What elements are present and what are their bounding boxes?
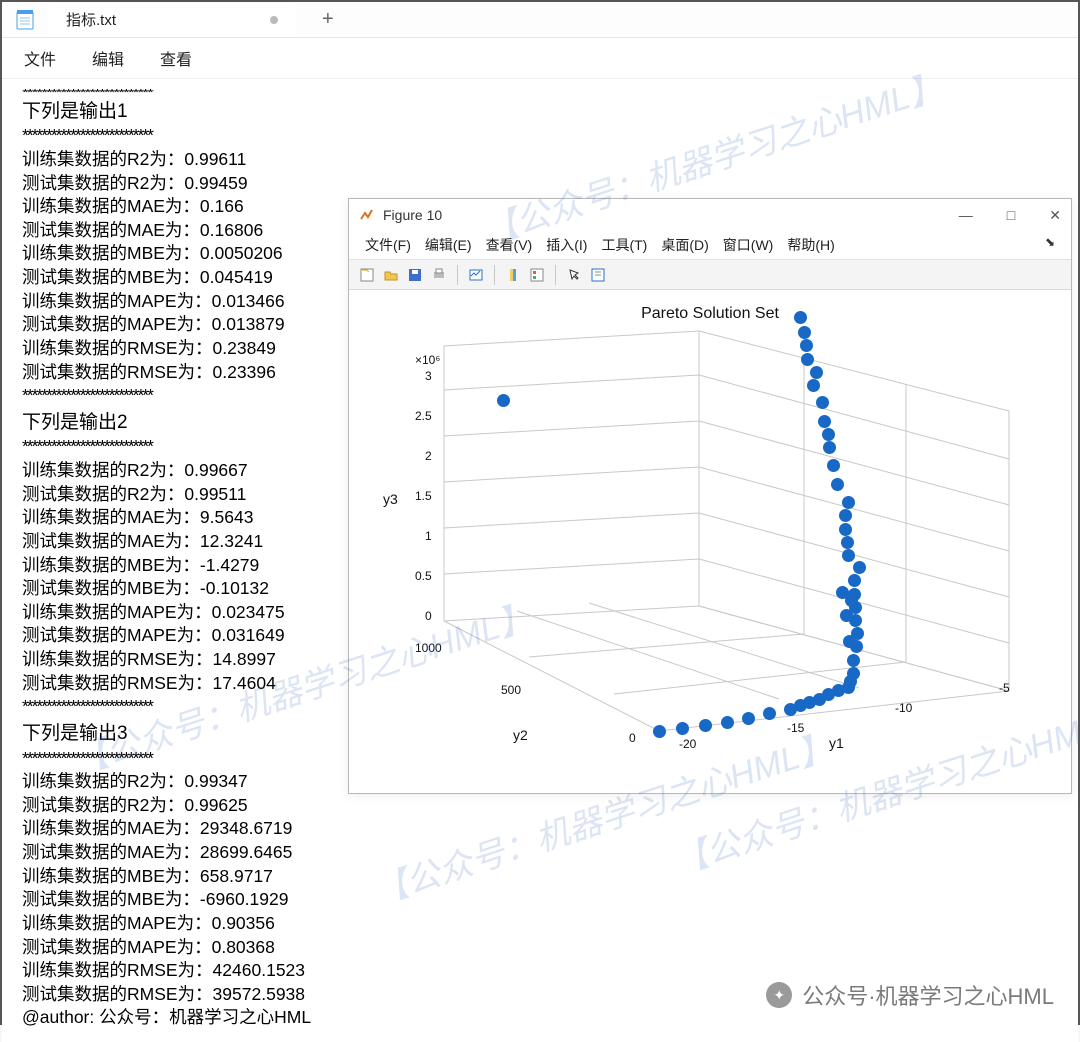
text-line: 测试集数据的MAE为：28699.6465 xyxy=(22,841,1058,865)
tab-modified-indicator xyxy=(270,16,278,24)
figure-menu-bar: 文件(F) 编辑(E) 查看(V) 插入(I) 工具(T) 桌面(D) 窗口(W… xyxy=(349,231,1071,260)
text-line: 测试集数据的MAPE为：0.80368 xyxy=(22,936,1058,960)
scatter-point xyxy=(847,654,860,667)
figmenu-window[interactable]: 窗口(W) xyxy=(717,235,780,255)
scatter-point xyxy=(818,415,831,428)
plot-grid xyxy=(349,291,1073,795)
x-tick: -10 xyxy=(895,701,912,715)
tab-bar: 指标.txt + xyxy=(2,2,1078,38)
x-tick: -20 xyxy=(679,737,696,751)
z-tick: 1.5 xyxy=(415,489,432,503)
section-1-header: 下列是输出1 xyxy=(22,99,1058,125)
figmenu-help[interactable]: 帮助(H) xyxy=(781,235,840,255)
figmenu-desktop[interactable]: 桌面(D) xyxy=(655,235,714,255)
text-line: 测试集数据的MBE为：-6960.1929 xyxy=(22,888,1058,912)
text-line: 测试集数据的R2为：0.99625 xyxy=(22,794,1058,818)
pointer-icon[interactable] xyxy=(564,265,584,285)
open-icon[interactable] xyxy=(381,265,401,285)
scatter-point xyxy=(810,366,823,379)
scatter-point xyxy=(794,311,807,324)
scatter-point xyxy=(822,428,835,441)
close-button[interactable]: ✕ xyxy=(1049,207,1061,224)
z-tick: 0.5 xyxy=(415,569,432,583)
tab-active[interactable]: 指标.txt xyxy=(48,3,296,36)
z-axis-label: y3 xyxy=(383,491,398,507)
z-tick: 2 xyxy=(425,449,432,463)
y-tick: 1000 xyxy=(415,641,442,655)
text-line: 训练集数据的MAE为：29348.6719 xyxy=(22,817,1058,841)
figmenu-view[interactable]: 查看(V) xyxy=(480,235,539,255)
save-icon[interactable] xyxy=(405,265,425,285)
z-tick: 0 xyxy=(425,609,432,623)
insert-legend-icon[interactable] xyxy=(527,265,547,285)
print-icon[interactable] xyxy=(429,265,449,285)
text-line: *************************** xyxy=(22,86,1058,99)
figmenu-tool[interactable]: 工具(T) xyxy=(595,235,653,255)
text-line: *************************** xyxy=(22,124,1058,148)
scatter-point xyxy=(497,394,510,407)
text-line: 训练集数据的R2为：0.99611 xyxy=(22,148,1058,172)
menu-edit[interactable]: 编辑 xyxy=(92,46,124,70)
figure-titlebar[interactable]: Figure 10 — □ ✕ xyxy=(349,199,1071,231)
scatter-point xyxy=(840,609,853,622)
x-axis-label: y1 xyxy=(829,735,844,751)
menu-bar: 文件 编辑 查看 xyxy=(2,38,1078,79)
scatter-point xyxy=(813,693,826,706)
text-line: 训练集数据的MAPE为：0.90356 xyxy=(22,912,1058,936)
text-line: 测试集数据的R2为：0.99459 xyxy=(22,172,1058,196)
pin-icon[interactable]: ⬊ xyxy=(1039,235,1061,255)
link-axes-icon[interactable] xyxy=(466,265,486,285)
y-axis-label: y2 xyxy=(513,727,528,743)
scatter-point xyxy=(699,719,712,732)
scatter-point xyxy=(800,339,813,352)
z-tick: 1 xyxy=(425,529,432,543)
menu-file[interactable]: 文件 xyxy=(24,46,56,70)
wechat-icon: ✦ xyxy=(766,982,792,1008)
y-tick: 0 xyxy=(629,731,636,745)
insert-colorbar-icon[interactable] xyxy=(503,265,523,285)
new-figure-icon[interactable] xyxy=(357,265,377,285)
scatter-point xyxy=(839,523,852,536)
window-controls: — □ ✕ xyxy=(959,207,1061,224)
figmenu-file[interactable]: 文件(F) xyxy=(359,235,417,255)
menu-view[interactable]: 查看 xyxy=(160,46,192,70)
scatter-point xyxy=(842,496,855,509)
z-tick: 2.5 xyxy=(415,409,432,423)
minimize-button[interactable]: — xyxy=(959,207,973,224)
x-tick: -5 xyxy=(999,681,1010,695)
scatter-point xyxy=(653,725,666,738)
scatter-point xyxy=(841,536,854,549)
tab-title: 指标.txt xyxy=(66,9,116,30)
z-tick: 3 xyxy=(425,369,432,383)
figmenu-edit[interactable]: 编辑(E) xyxy=(419,235,478,255)
scatter-point xyxy=(816,396,829,409)
figure-toolbar xyxy=(349,260,1071,290)
scatter-point xyxy=(844,675,857,688)
scatter-point xyxy=(798,326,811,339)
figure-window[interactable]: Figure 10 — □ ✕ 文件(F) 编辑(E) 查看(V) 插入(I) … xyxy=(348,198,1072,794)
z-axis-multiplier: ×10⁶ xyxy=(415,353,440,367)
x-tick: -15 xyxy=(787,721,804,735)
figmenu-insert[interactable]: 插入(I) xyxy=(540,235,593,255)
edit-plot-icon[interactable] xyxy=(588,265,608,285)
scatter-point xyxy=(836,586,849,599)
y-tick: 500 xyxy=(501,683,521,697)
notepad-icon xyxy=(16,10,34,30)
text-line: 训练集数据的MBE为：658.9717 xyxy=(22,865,1058,889)
scatter-point xyxy=(823,441,836,454)
plot-area[interactable]: Pareto Solution Set xyxy=(349,291,1071,793)
matlab-icon xyxy=(359,207,375,223)
maximize-button[interactable]: □ xyxy=(1007,207,1015,224)
scatter-point xyxy=(842,549,855,562)
scatter-point xyxy=(853,561,866,574)
new-tab-button[interactable]: + xyxy=(322,8,334,31)
footer-text: 公众号·机器学习之心HML xyxy=(802,979,1054,1011)
figure-title-text: Figure 10 xyxy=(383,207,442,223)
footer-watermark: ✦ 公众号·机器学习之心HML xyxy=(766,979,1054,1011)
scatter-point xyxy=(721,716,734,729)
